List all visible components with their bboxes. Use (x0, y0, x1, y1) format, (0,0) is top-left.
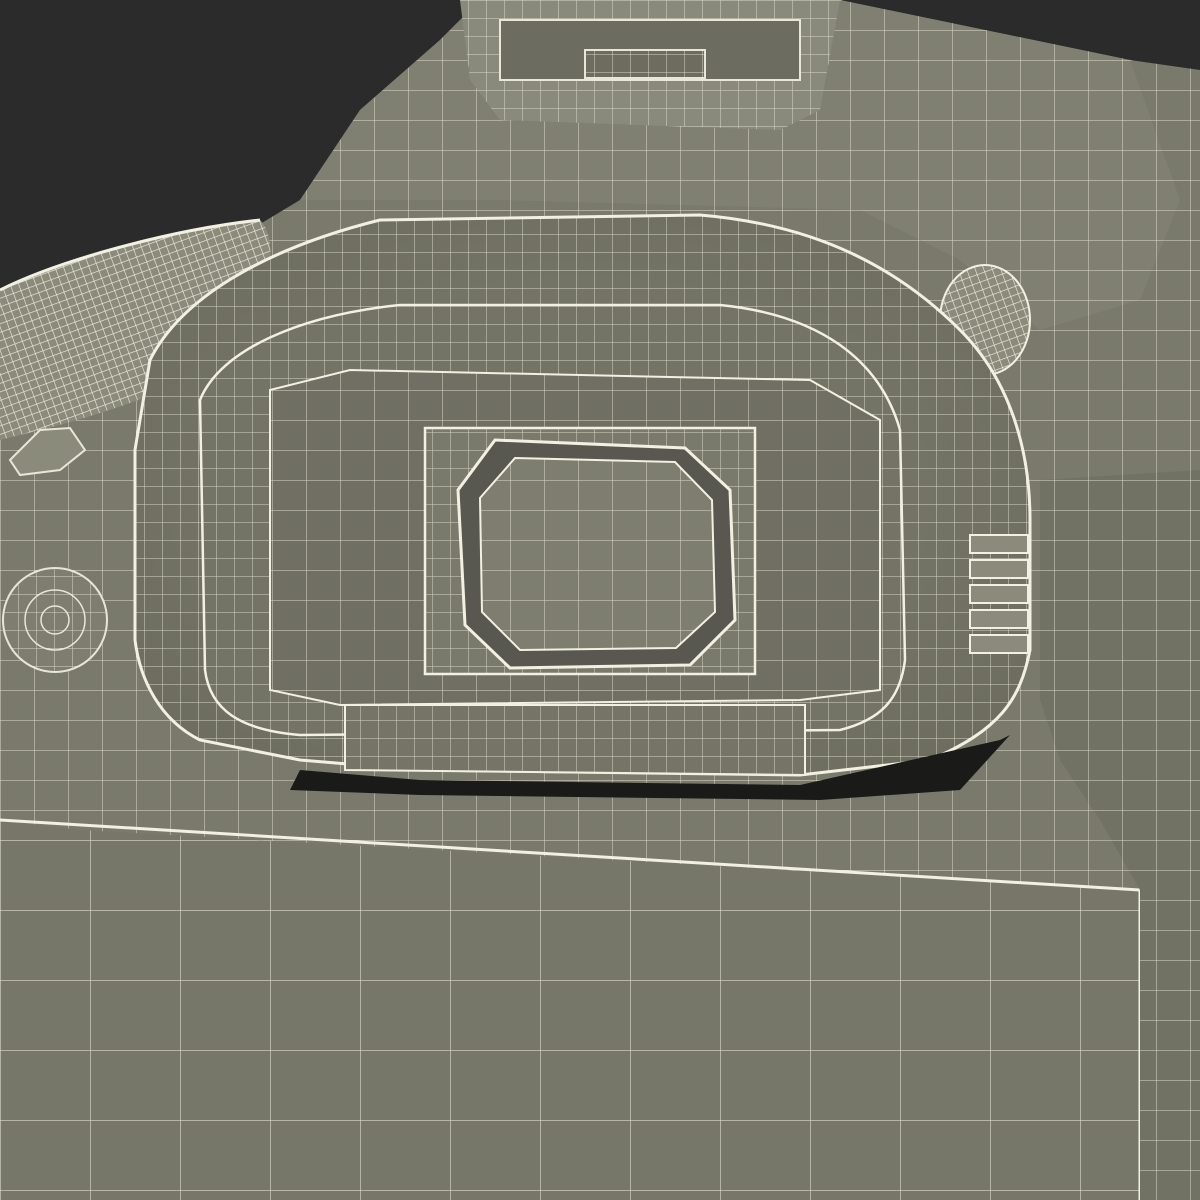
eyecup-ridges (969, 534, 1029, 654)
hot-shoe-icon (460, 0, 840, 130)
camera-wireframe-render (0, 0, 1200, 1200)
viewfinder-eyecup-icon (133, 213, 1032, 777)
